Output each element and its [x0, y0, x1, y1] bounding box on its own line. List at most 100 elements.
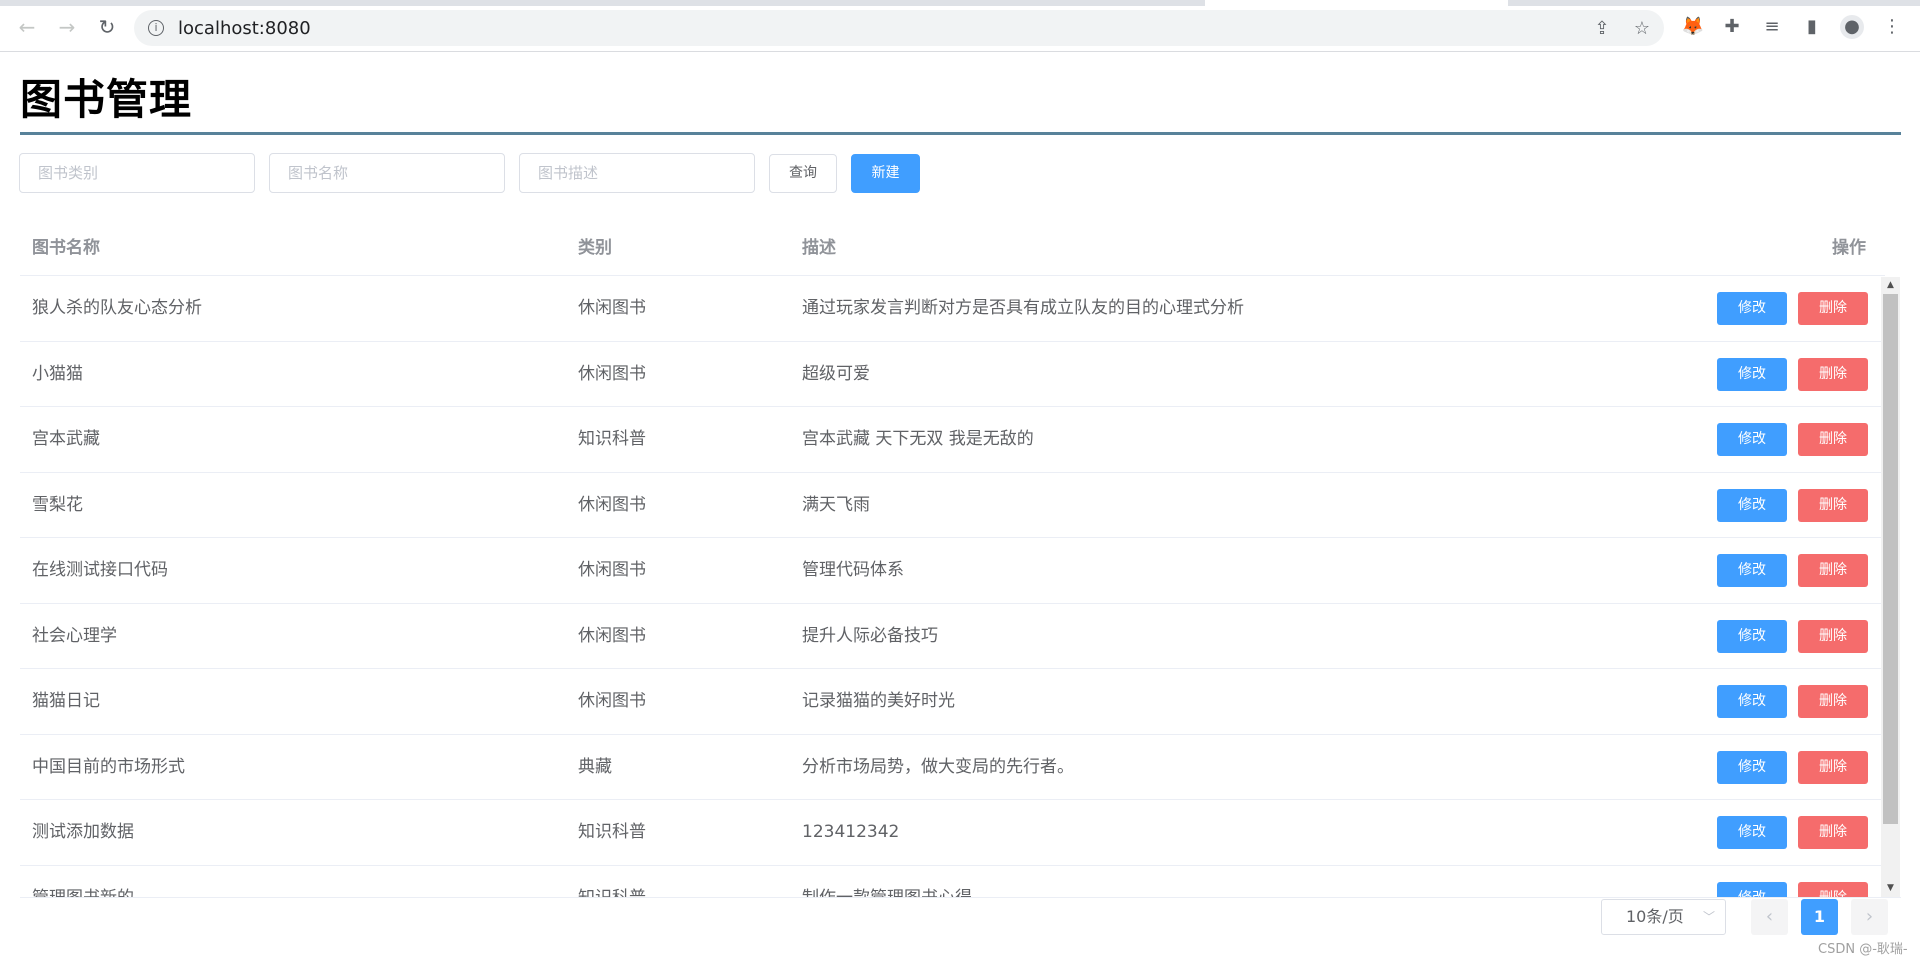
cell-category: 休闲图书 [578, 298, 646, 318]
edit-button[interactable]: 修改 [1717, 816, 1787, 849]
page-size-select[interactable]: 10条/页 ﹀ [1601, 899, 1726, 935]
page-title: 图书管理 [20, 75, 193, 124]
cell-description: 宫本武藏 天下无双 我是无敌的 [802, 429, 1034, 449]
page-size-label: 10条/页 [1626, 907, 1684, 926]
metamask-fox-icon[interactable]: 🦊 [1681, 15, 1705, 39]
cell-category: 典藏 [578, 756, 612, 777]
table-header: 图书名称 类别 描述 操作 [20, 220, 1885, 276]
delete-button[interactable]: 删除 [1798, 292, 1868, 325]
scroll-down-arrow-icon[interactable]: ▼ [1881, 880, 1900, 897]
scroll-up-arrow-icon[interactable]: ▲ [1881, 277, 1900, 294]
column-header-actions: 操作 [1832, 238, 1866, 258]
table-body: 狼人杀的队友心态分析 休闲图书 通过玩家发言判断对方是否具有成立队友的目的心理式… [20, 276, 1885, 897]
new-book-button[interactable]: 新建 [851, 154, 920, 193]
edit-button[interactable]: 修改 [1717, 423, 1787, 456]
tab-strip-active [0, 0, 1205, 6]
cell-description: 满天飞雨 [802, 494, 870, 515]
table-row: 狼人杀的队友心态分析 休闲图书 通过玩家发言判断对方是否具有成立队友的目的心理式… [20, 276, 1885, 342]
description-search-input[interactable] [519, 153, 755, 193]
delete-button[interactable]: 删除 [1798, 619, 1868, 653]
browser-toolbar: ← → ↻ i localhost:8080 ⇪ ☆ 🦊 ✚ ≡ ▮ ● ⋮ [0, 0, 1920, 52]
delete-button[interactable]: 删除 [1798, 816, 1868, 849]
table-row: 在线测试接口代码 休闲图书 管理代码体系 修改 删除 [20, 538, 1885, 604]
delete-button[interactable]: 删除 [1798, 750, 1868, 784]
forward-arrow-icon[interactable]: → [54, 14, 80, 40]
browser-menu-icon[interactable]: ⋮ [1880, 15, 1904, 39]
table-row: 小猫猫 休闲图书 超级可爱 修改 删除 [20, 342, 1885, 407]
share-icon[interactable]: ⇪ [1592, 19, 1612, 39]
edit-button[interactable]: 修改 [1717, 750, 1787, 784]
cell-description: 提升人际必备技巧 [802, 625, 938, 646]
next-page-chevron-icon[interactable]: › [1851, 899, 1888, 935]
table-row: 社会心理学 休闲图书 提升人际必备技巧 修改 删除 [20, 604, 1885, 669]
cell-category: 休闲图书 [578, 691, 646, 711]
name-search-input[interactable] [269, 153, 505, 193]
delete-button[interactable]: 删除 [1798, 488, 1868, 522]
cell-category: 休闲图书 [578, 363, 646, 384]
bookmark-star-icon[interactable]: ☆ [1632, 19, 1652, 39]
edit-button[interactable]: 修改 [1717, 357, 1787, 391]
title-divider [20, 132, 1901, 135]
extensions-puzzle-icon[interactable]: ✚ [1720, 15, 1744, 39]
cell-book-name: 小猫猫 [32, 363, 83, 384]
delete-button[interactable]: 删除 [1798, 423, 1868, 456]
table-row: 测试添加数据 知识科普 123412342 修改 删除 [20, 800, 1885, 866]
profile-avatar-icon[interactable]: ● [1840, 15, 1864, 39]
table-row: 猫猫日记 休闲图书 记录猫猫的美好时光 修改 删除 [20, 669, 1885, 735]
cell-description: 123412342 [802, 822, 900, 842]
cell-category: 休闲图书 [578, 494, 646, 515]
url-text[interactable]: localhost:8080 [178, 18, 311, 39]
table-bottom-divider [20, 897, 1901, 898]
back-arrow-icon[interactable]: ← [14, 14, 40, 40]
books-table: 图书名称 类别 描述 操作 狼人杀的队友心态分析 休闲图书 通过玩家发言判断对方… [20, 220, 1885, 897]
delete-button[interactable]: 删除 [1798, 554, 1868, 587]
edit-button[interactable]: 修改 [1717, 292, 1787, 325]
edit-button[interactable]: 修改 [1717, 685, 1787, 718]
cell-category: 知识科普 [578, 866, 646, 898]
cell-book-name: 在线测试接口代码 [32, 560, 168, 580]
chevron-down-icon: ﹀ [1702, 910, 1715, 924]
current-page-number[interactable]: 1 [1801, 899, 1838, 935]
cell-book-name: 社会心理学 [32, 625, 117, 646]
delete-button[interactable]: 删除 [1798, 685, 1868, 718]
delete-button[interactable]: 删除 [1798, 357, 1868, 391]
cell-description: 超级可爱 [802, 363, 870, 384]
address-bar[interactable]: i localhost:8080 ⇪ ☆ [134, 10, 1664, 46]
tab-strip-inactive [1508, 0, 1920, 6]
edit-button[interactable]: 修改 [1717, 619, 1787, 653]
column-header-category: 类别 [578, 238, 612, 258]
edit-button[interactable]: 修改 [1717, 554, 1787, 587]
cell-category: 知识科普 [578, 822, 646, 842]
delete-button[interactable]: 删除 [1798, 881, 1868, 897]
site-info-icon[interactable]: i [148, 20, 164, 36]
table-row: 管理图书新的 知识科普 制作一款管理图书心得 修改 删除 [20, 866, 1885, 898]
cell-description: 通过玩家发言判断对方是否具有成立队友的目的心理式分析 [802, 298, 1244, 318]
table-row: 宫本武藏 知识科普 宫本武藏 天下无双 我是无敌的 修改 删除 [20, 407, 1885, 473]
prev-page-chevron-icon[interactable]: ‹ [1751, 899, 1788, 935]
table-row: 中国目前的市场形式 典藏 分析市场局势，做大变局的先行者。 修改 删除 [20, 735, 1885, 800]
media-queue-icon[interactable]: ≡ [1760, 15, 1784, 39]
cell-category: 休闲图书 [578, 625, 646, 646]
column-header-description: 描述 [802, 238, 836, 258]
cell-book-name: 管理图书新的 [32, 866, 134, 898]
edit-button[interactable]: 修改 [1717, 488, 1787, 522]
side-panel-icon[interactable]: ▮ [1800, 15, 1824, 39]
query-button[interactable]: 查询 [769, 154, 837, 193]
cell-book-name: 狼人杀的队友心态分析 [32, 298, 202, 318]
edit-button[interactable]: 修改 [1717, 881, 1787, 897]
cell-book-name: 测试添加数据 [32, 822, 134, 842]
column-header-name: 图书名称 [32, 238, 100, 258]
cell-book-name: 宫本武藏 [32, 429, 100, 449]
category-search-input[interactable] [19, 153, 255, 193]
cell-book-name: 猫猫日记 [32, 691, 100, 711]
cell-description: 管理代码体系 [802, 560, 904, 580]
scrollbar-thumb[interactable] [1883, 294, 1898, 824]
cell-book-name: 雪梨花 [32, 494, 83, 515]
reload-icon[interactable]: ↻ [94, 14, 120, 40]
cell-description: 分析市场局势，做大变局的先行者。 [802, 756, 1074, 777]
cell-book-name: 中国目前的市场形式 [32, 756, 185, 777]
cell-category: 知识科普 [578, 429, 646, 449]
cell-category: 休闲图书 [578, 560, 646, 580]
table-row: 雪梨花 休闲图书 满天飞雨 修改 删除 [20, 473, 1885, 538]
table-scrollbar[interactable]: ▲ ▼ [1881, 277, 1900, 897]
